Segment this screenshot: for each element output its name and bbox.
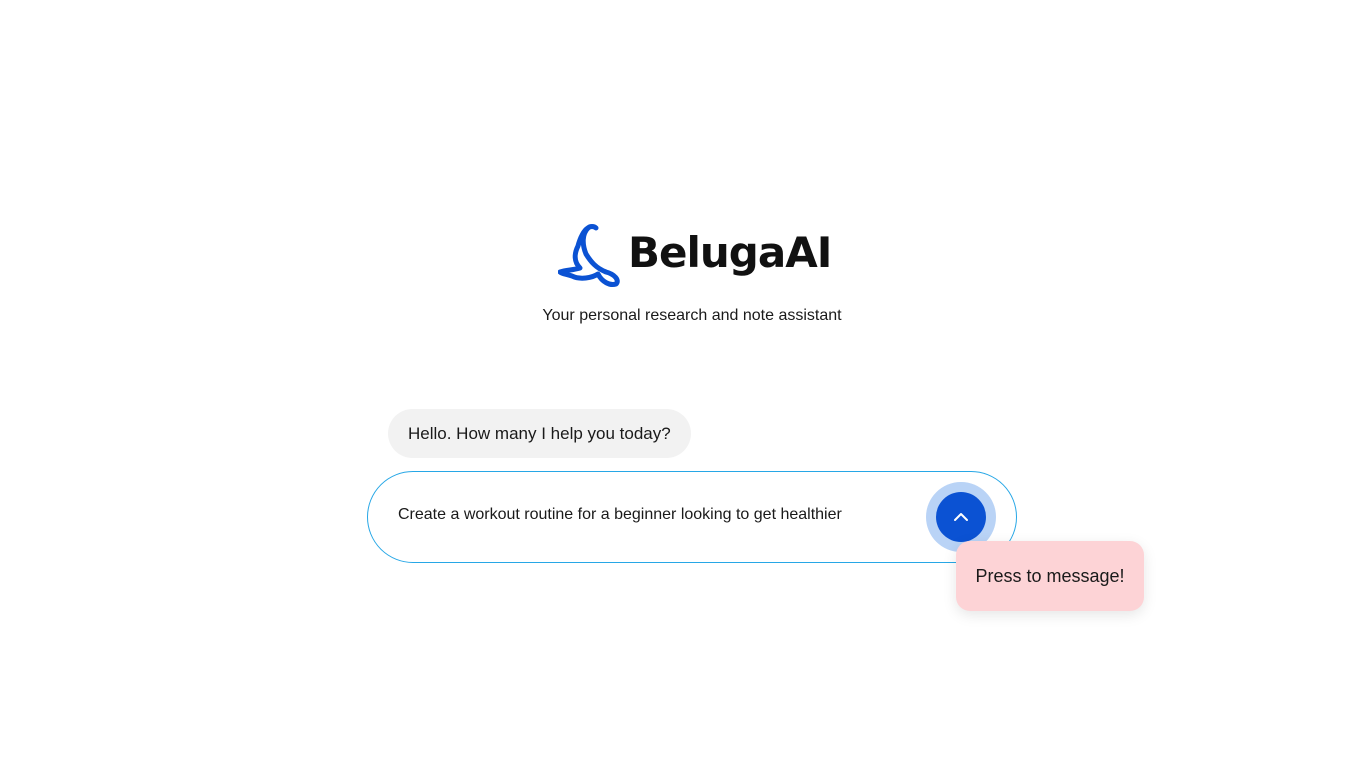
message-composer xyxy=(367,471,1017,563)
page: BelugaAI Your personal research and note… xyxy=(0,0,1367,762)
tooltip-text: Press to message! xyxy=(975,565,1125,586)
brand-logo: BelugaAI xyxy=(558,222,832,288)
bot-message-bubble: Hello. How many I help you today? xyxy=(388,409,691,458)
send-button[interactable] xyxy=(936,492,986,542)
bot-message-text: Hello. How many I help you today? xyxy=(408,423,671,443)
beluga-whale-icon xyxy=(558,224,620,287)
send-hint-tooltip: Press to message! xyxy=(956,541,1144,611)
chevron-up-icon xyxy=(954,513,968,521)
brand-name: BelugaAI xyxy=(628,228,832,277)
tagline: Your personal research and note assistan… xyxy=(542,307,842,324)
message-input[interactable] xyxy=(398,506,918,524)
